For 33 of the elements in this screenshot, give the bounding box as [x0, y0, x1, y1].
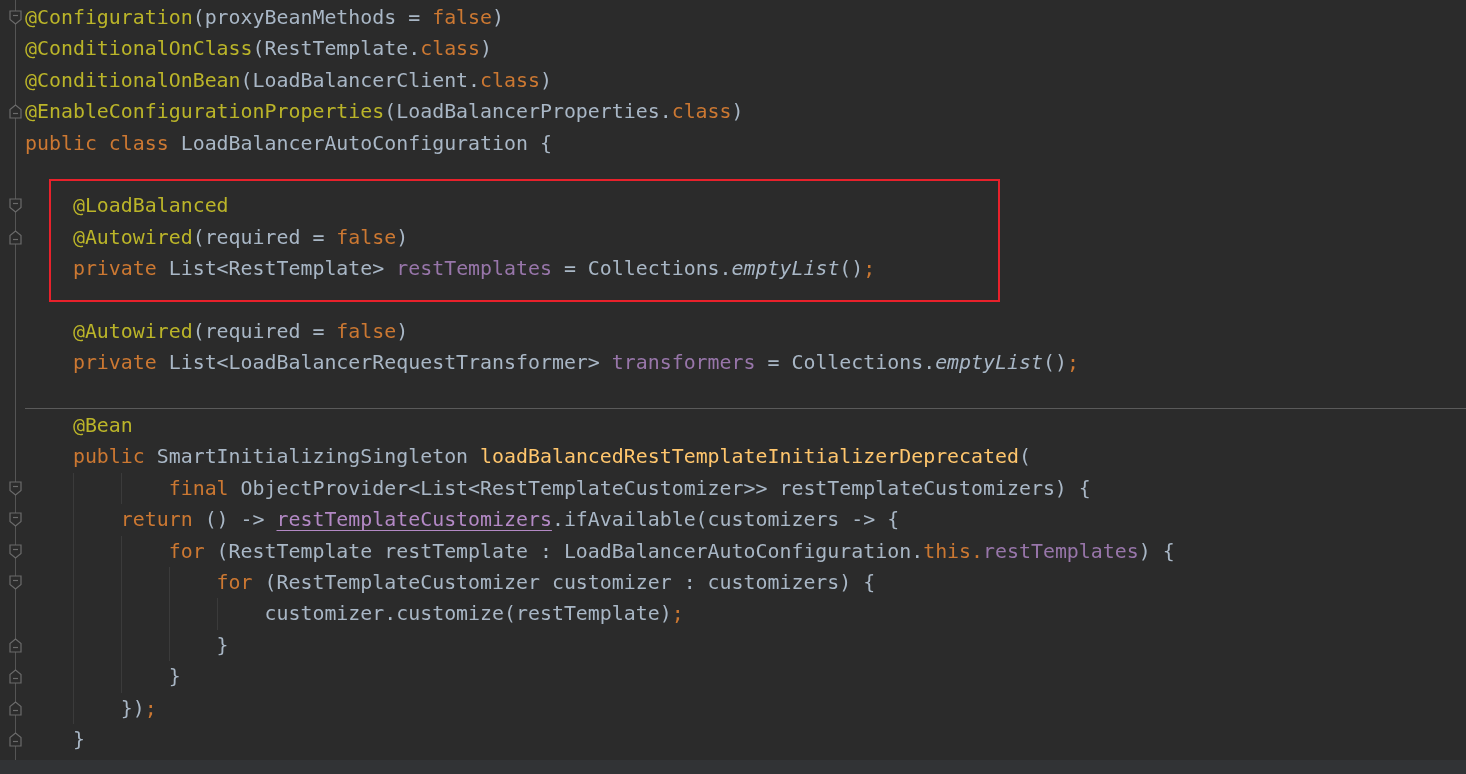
code-line: @EnableConfigurationProperties(LoadBalancerProperties.class) [25, 100, 744, 124]
code-line: private List<RestTemplate> restTemplates = Collections.emptyList(); [71, 257, 876, 281]
code-line: final ObjectProvider<List<RestTemplateCustomizer>> restTemplateCustomizers) { [167, 476, 1091, 500]
code-line: } [215, 633, 229, 657]
code-line: @ConditionalOnClass(RestTemplate.class) [25, 37, 493, 61]
code-line: public SmartInitializingSingleton loadBalancedRestTemplateInitializerDeprecated( [71, 445, 1031, 469]
code-line: @Autowired(required = false) [71, 319, 409, 343]
code-line: return () -> restTemplateCustomizers.ifAvailable(customizers -> { [119, 508, 900, 532]
fold-icon[interactable] [9, 700, 22, 716]
fold-icon[interactable] [9, 669, 22, 685]
code-line: customizer.customize(restTemplate); [263, 602, 684, 626]
code-line: @LoadBalanced [71, 194, 229, 218]
code-line: @Bean [71, 414, 133, 438]
code-line: for (RestTemplate restTemplate : LoadBalancerAutoConfiguration.this.restTemplates) { [167, 539, 1175, 563]
fold-icon[interactable] [9, 480, 22, 496]
fold-icon[interactable] [9, 512, 22, 528]
fold-icon[interactable] [9, 637, 22, 653]
code-line: } [71, 728, 85, 751]
fold-icon[interactable] [9, 198, 22, 214]
code-line: } [167, 665, 181, 689]
code-line: for (RestTemplateCustomizer customizer : customizers) { [215, 571, 876, 595]
code-line: }); [119, 696, 157, 720]
fold-icon[interactable] [9, 229, 22, 245]
code-line: private List<LoadBalancerRequestTransformer> transformers = Collections.emptyList(); [71, 351, 1079, 375]
code-line: @ConditionalOnBean(LoadBalancerClient.class) [25, 68, 552, 92]
code-line: @Autowired(required = false) [71, 225, 409, 249]
fold-icon[interactable] [9, 732, 22, 747]
code-line: public class LoadBalancerAutoConfiguration { [25, 131, 552, 155]
fold-icon[interactable] [9, 10, 22, 25]
fold-icon[interactable] [9, 543, 22, 559]
fold-icon[interactable] [9, 104, 22, 120]
code-line: @Configuration(proxyBeanMethods = false) [25, 6, 505, 29]
fold-icon[interactable] [9, 575, 22, 591]
